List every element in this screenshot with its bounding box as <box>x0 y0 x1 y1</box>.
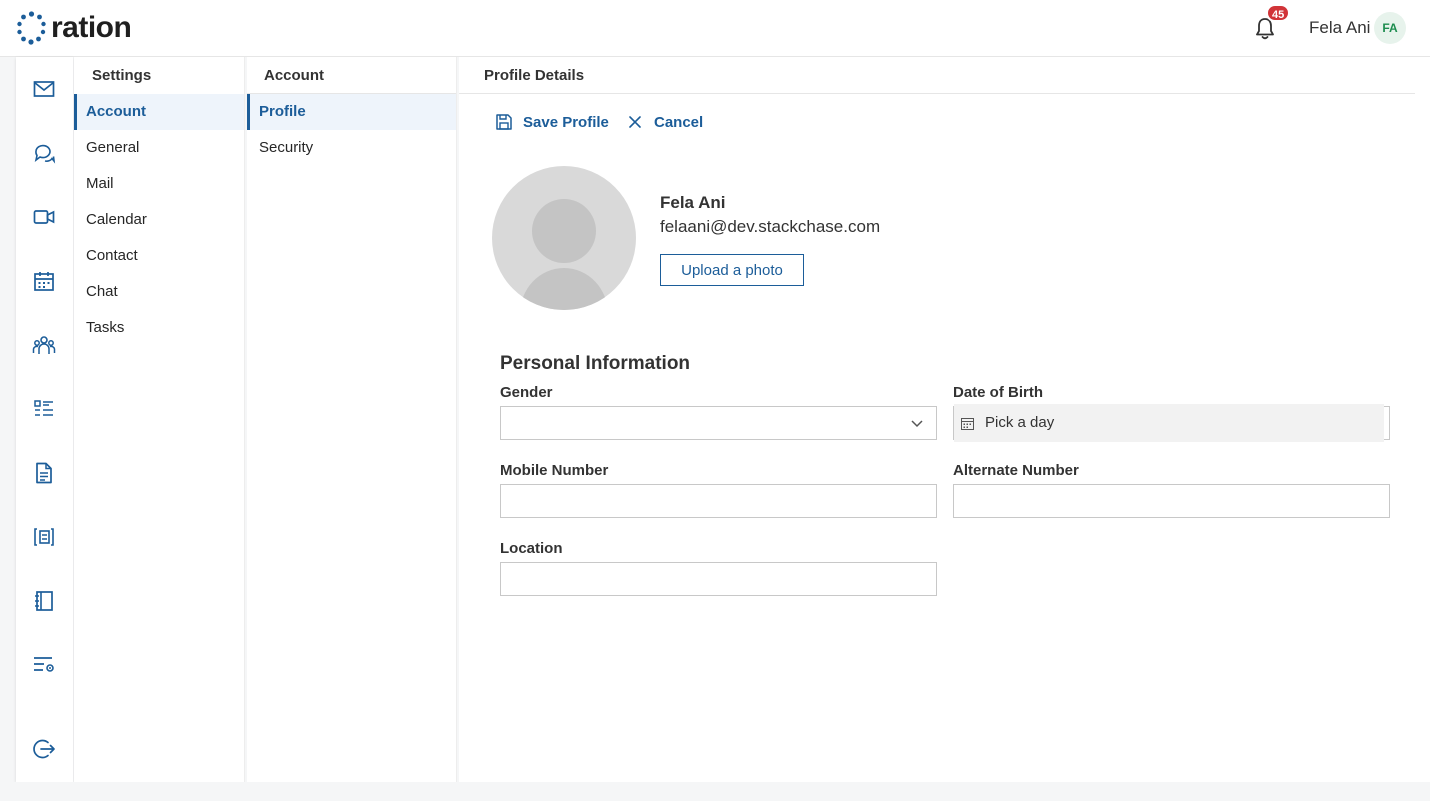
user-silhouette-icon <box>520 199 608 310</box>
alternate-number-label: Alternate Number <box>953 462 1079 479</box>
account-nav-title: Account <box>264 67 324 84</box>
alternate-number-input[interactable] <box>953 484 1390 518</box>
user-name[interactable]: Fela Ani <box>1309 18 1370 38</box>
document-icon[interactable] <box>32 461 56 485</box>
profile-name: Fela Ani <box>660 193 726 212</box>
page-footer-strip <box>0 782 1430 801</box>
close-icon <box>629 116 641 128</box>
mail-icon[interactable] <box>32 77 56 101</box>
logout-icon[interactable] <box>32 737 56 761</box>
notebook-icon[interactable] <box>32 589 56 613</box>
gender-label: Gender <box>500 384 553 401</box>
page-title: Profile Details <box>484 67 585 84</box>
settings-list-icon[interactable] <box>32 653 56 677</box>
date-of-birth-picker[interactable]: Pick a day <box>953 404 1390 442</box>
gender-select[interactable] <box>500 406 937 440</box>
settings-nav: Settings Account General Mail Calendar C… <box>74 57 245 782</box>
save-profile-button[interactable]: Save Profile <box>495 113 609 131</box>
date-picker-inner: Pick a day <box>954 404 1384 442</box>
save-profile-label: Save Profile <box>523 113 609 131</box>
location-input[interactable] <box>500 562 937 596</box>
logo-dots-icon <box>17 11 46 45</box>
cancel-button[interactable]: Cancel <box>626 113 703 131</box>
settings-nav-item-tasks[interactable]: Tasks <box>74 310 244 346</box>
cancel-label: Cancel <box>654 113 704 131</box>
settings-nav-title: Settings <box>92 67 152 84</box>
date-of-birth-placeholder: Pick a day <box>985 414 1055 431</box>
settings-nav-item-calendar[interactable]: Calendar <box>74 202 244 238</box>
personal-information-title: Personal Information <box>500 353 691 374</box>
account-nav-item-security[interactable]: Security <box>247 130 456 166</box>
settings-nav-item-chat[interactable]: Chat <box>74 274 244 310</box>
profile-details-panel: Profile Details Save Profile Cancel Fela… <box>459 57 1430 782</box>
board-icon[interactable] <box>32 525 56 549</box>
profile-details-header: Profile Details <box>459 57 1415 94</box>
tasks-icon[interactable] <box>32 397 56 421</box>
logo-text: ration <box>51 11 132 44</box>
notification-count-badge: 45 <box>1266 4 1291 22</box>
chevron-down-icon <box>911 420 923 428</box>
settings-nav-item-mail[interactable]: Mail <box>74 166 244 202</box>
date-of-birth-label: Date of Birth <box>953 384 1043 401</box>
app-logo[interactable]: ration <box>16 11 132 45</box>
location-label: Location <box>500 540 563 557</box>
chat-icon[interactable] <box>32 141 56 165</box>
app-icon-rail <box>16 57 73 782</box>
mobile-number-input[interactable] <box>500 484 937 518</box>
calendar-small-icon <box>961 418 974 430</box>
settings-nav-item-account[interactable]: Account <box>74 94 244 130</box>
profile-email: felaani@dev.stackchase.com <box>660 217 881 236</box>
mobile-number-label: Mobile Number <box>500 462 609 479</box>
profile-photo-placeholder <box>492 166 636 310</box>
settings-nav-item-general[interactable]: General <box>74 130 244 166</box>
top-header: ration 45 Fela Ani FA <box>0 0 1430 57</box>
save-icon <box>496 114 512 130</box>
calendar-icon[interactable] <box>32 269 56 293</box>
video-icon[interactable] <box>32 205 56 229</box>
account-nav-header: Account <box>247 57 456 94</box>
settings-nav-item-contact[interactable]: Contact <box>74 238 244 274</box>
contacts-icon[interactable] <box>32 333 56 357</box>
account-nav-item-profile[interactable]: Profile <box>247 94 456 130</box>
user-avatar[interactable]: FA <box>1374 12 1406 44</box>
account-nav: Account Profile Security <box>247 57 457 782</box>
upload-photo-button[interactable]: Upload a photo <box>660 254 804 286</box>
